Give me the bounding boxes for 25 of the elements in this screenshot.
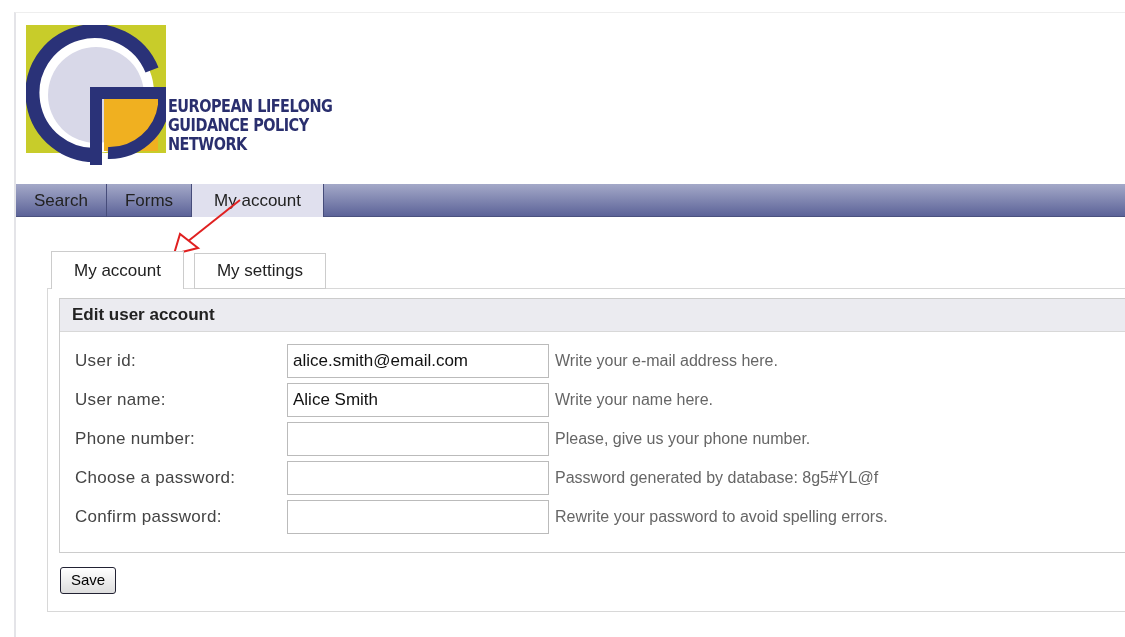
logo-text: GUIDANCE POLICY [168,116,310,135]
logo-icon [26,25,166,165]
logo-text: NETWORK [168,135,249,154]
field-hint: Please, give us your phone number. [555,428,811,449]
save-button[interactable]: Save [60,567,117,594]
field-hint: Password generated by database: 8g5#YL@f [555,467,879,488]
tab[interactable]: My settings [193,253,326,289]
tab[interactable]: My account [51,251,184,289]
field-hint: Rewrite your password to avoid spelling errors. [555,506,888,527]
input-field[interactable] [287,499,549,534]
form-title: Edit user account [60,299,1125,332]
field-label: User name: [74,388,167,411]
field-hint: Write your e-mail address here. [555,350,778,371]
input-field[interactable] [287,421,549,456]
logo-text: EUROPEAN LIFELONG [168,97,333,116]
input-field[interactable]: Alice Smith [287,382,549,417]
field-label: Choose a password: [74,466,237,489]
field-label: Confirm password: [74,505,223,528]
input-field[interactable] [287,460,549,495]
nav-tab[interactable]: Search [16,184,107,217]
nav-tab[interactable]: My account [192,184,324,217]
field-label: User id: [74,349,137,372]
field-label: Phone number: [74,427,197,450]
field-hint: Write your name here. [555,389,713,410]
input-field[interactable]: alice.smith@email.com [287,343,549,378]
